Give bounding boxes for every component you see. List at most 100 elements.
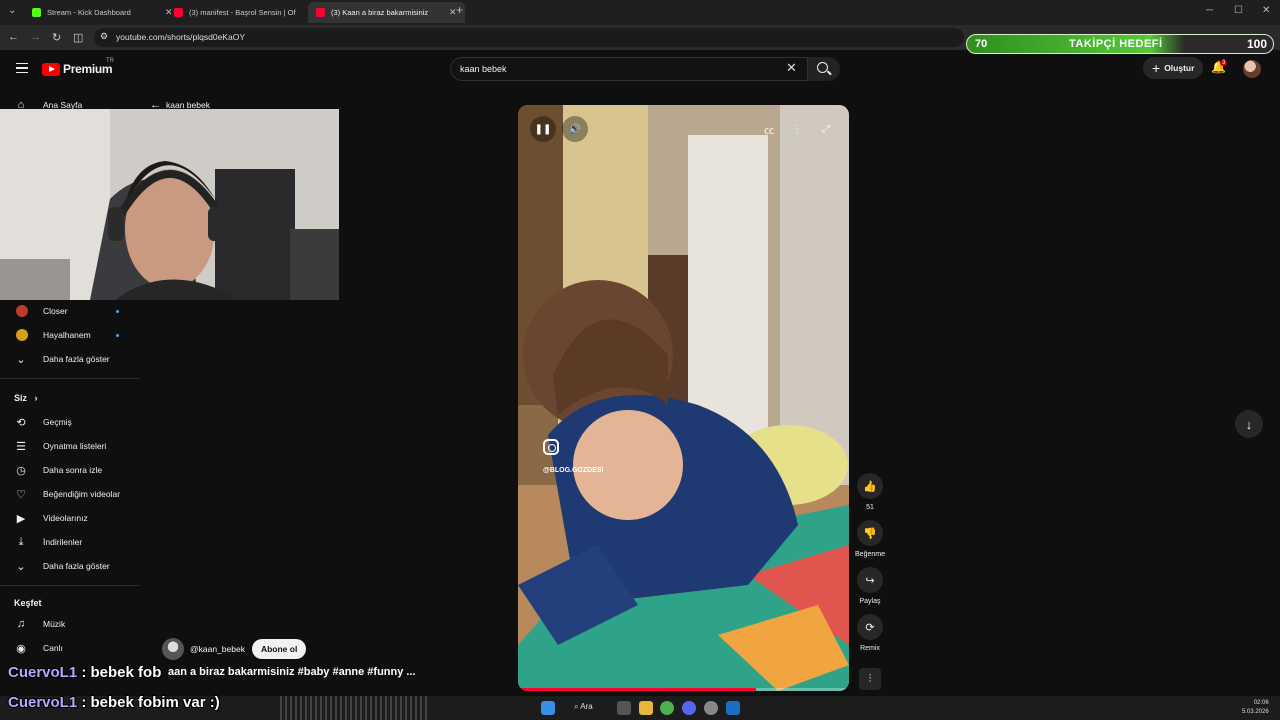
- back-icon[interactable]: ←: [8, 31, 19, 43]
- new-content-dot: [116, 333, 119, 337]
- sidebar-item-live[interactable]: ◉ Canlı: [0, 638, 140, 658]
- shorts-video-player[interactable]: ❚❚ 🔊 ㏄ ⋮ ⤢ @BLOG.GOZDESI: [518, 105, 849, 691]
- channel-name[interactable]: @kaan_bebek: [190, 644, 245, 654]
- sidebar-item-music[interactable]: ♫ Müzik: [0, 614, 140, 634]
- follower-goal-bar: 70 TAKİPÇİ HEDEFİ 100: [966, 34, 1274, 54]
- app-icon[interactable]: [704, 701, 718, 715]
- divider: [0, 378, 140, 379]
- file-explorer-icon[interactable]: [639, 701, 653, 715]
- tab-kaan-short[interactable]: (3) Kaan a biraz bakarmisiniz ✕: [308, 2, 465, 23]
- system-clock[interactable]: 02:06 5.03.2026: [1242, 699, 1269, 717]
- new-content-dot: [116, 309, 119, 313]
- maximize-icon[interactable]: ☐: [1234, 5, 1243, 16]
- instagram-icon: [543, 439, 559, 455]
- sidebar-item-history[interactable]: ⟲ Geçmiş: [0, 412, 140, 432]
- arrow-down-icon: ↓: [1245, 416, 1253, 432]
- chat-text: : bebek fob: [77, 664, 162, 681]
- next-short-button[interactable]: ↓: [1235, 410, 1263, 438]
- video-progress-bar[interactable]: [518, 688, 849, 691]
- remix-action[interactable]: ⟳ Remix: [855, 614, 885, 652]
- chevron-down-icon: ⌄: [16, 353, 26, 366]
- site-info-icon[interactable]: ⚙: [100, 31, 108, 42]
- clock-icon: ◷: [16, 464, 26, 477]
- video-progress-fill: [518, 688, 757, 691]
- chat-username: CuervoL1: [8, 694, 78, 711]
- like-action[interactable]: 👍 51: [855, 473, 885, 511]
- taskbar-thumbnail: [280, 696, 430, 720]
- windows-start-icon[interactable]: [541, 701, 555, 715]
- url-field[interactable]: ⚙ youtube.com/shorts/plqsd0eKaOY: [94, 28, 964, 47]
- create-button[interactable]: + Oluştur: [1143, 57, 1204, 79]
- sidebar-item-liked-videos[interactable]: ♡ Beğendiğim videolar: [0, 484, 140, 504]
- sidebar-item-your-videos[interactable]: ▶ Videolarınız: [0, 508, 140, 528]
- remix-icon[interactable]: ⟳: [857, 614, 883, 640]
- sidebar-show-more-you[interactable]: ⌄ Daha fazla göster: [0, 556, 140, 576]
- minimize-icon[interactable]: ─: [1206, 5, 1213, 16]
- divider: [0, 585, 140, 586]
- share-icon[interactable]: ↪: [857, 567, 883, 593]
- video-icon: ▶: [16, 512, 26, 525]
- sidebar-item-closer[interactable]: Closer: [0, 301, 140, 321]
- share-action[interactable]: ↪ Paylaş: [855, 567, 885, 605]
- thumb-up-icon[interactable]: 👍: [857, 473, 883, 499]
- chevron-down-icon: ⌄: [16, 560, 26, 573]
- tab-manifest[interactable]: (3) manifest - Başrol Sensin | Of ✕: [166, 2, 323, 23]
- chevron-right-icon: ›: [34, 393, 38, 403]
- clear-search-icon[interactable]: ✕: [786, 60, 797, 76]
- forward-icon[interactable]: →: [30, 31, 41, 43]
- subscribe-button[interactable]: Abone ol: [251, 639, 307, 659]
- plus-icon: +: [1152, 60, 1161, 76]
- youtube-favicon-icon: [174, 8, 183, 17]
- sidebar-show-more-subscriptions[interactable]: ⌄ Daha fazla göster: [0, 349, 140, 369]
- youtube-premium-logo[interactable]: Premium TR: [42, 58, 114, 76]
- tab-search-icon[interactable]: ⌄: [8, 5, 16, 16]
- sidebar-toggle-icon[interactable]: ◫: [73, 31, 83, 44]
- youtube-favicon-icon: [316, 8, 325, 17]
- hamburger-menu-icon[interactable]: [16, 63, 28, 73]
- download-icon: ⤓: [18, 535, 24, 548]
- steam-icon[interactable]: [726, 701, 740, 715]
- window-close-icon[interactable]: ✕: [1262, 5, 1270, 16]
- channel-row: @kaan_bebek Abone ol: [162, 638, 307, 660]
- sound-action[interactable]: ⫶: [855, 668, 885, 695]
- video-title[interactable]: aan a biraz bakarmisiniz #baby #anne #fu…: [168, 666, 416, 678]
- reload-icon[interactable]: ↻: [52, 31, 61, 44]
- playlist-icon: ☰: [16, 440, 26, 453]
- music-icon: ♫: [16, 618, 26, 630]
- account-avatar[interactable]: [1243, 60, 1261, 78]
- channel-avatar[interactable]: [162, 638, 184, 660]
- search-icon: [817, 62, 828, 73]
- browser-tab-strip: ⌄ Stream - Kick Dashboard ✕ (3) manifest…: [0, 0, 1280, 25]
- video-frame: [518, 105, 849, 691]
- more-options-icon[interactable]: ⋮: [784, 116, 810, 142]
- live-icon: ◉: [16, 642, 26, 655]
- channel-avatar: [16, 329, 28, 341]
- sidebar-item-hayalhanem[interactable]: Hayalhanem: [0, 325, 140, 345]
- sidebar-item-downloads[interactable]: ⤓ İndirilenler: [0, 532, 140, 552]
- dislike-action[interactable]: 👎 Beğenme: [855, 520, 885, 558]
- search-button[interactable]: [808, 57, 840, 81]
- youtube-logo-icon: [42, 62, 60, 76]
- sidebar-item-watch-later[interactable]: ◷ Daha sonra izle: [0, 460, 140, 480]
- search-input[interactable]: kaan bebek: [450, 57, 808, 81]
- captions-button[interactable]: ㏄: [756, 116, 782, 142]
- taskbar-search[interactable]: ⌕ Ara: [574, 702, 593, 712]
- volume-button[interactable]: 🔊: [562, 116, 588, 142]
- kick-favicon-icon: [32, 8, 41, 17]
- streamer-webcam: [0, 109, 339, 300]
- explore-section-heading: Keşfet: [14, 598, 42, 608]
- chat-username: CuervoL1: [8, 664, 78, 681]
- new-tab-icon[interactable]: +: [456, 3, 463, 17]
- sidebar-item-playlists[interactable]: ☰ Oynatma listeleri: [0, 436, 140, 456]
- chat-message: CuervoL1 : bebek fobim var :): [8, 694, 220, 711]
- you-section-heading[interactable]: Siz ›: [14, 393, 38, 403]
- thumb-down-icon[interactable]: 👎: [857, 520, 883, 546]
- tab-kick-dashboard[interactable]: Stream - Kick Dashboard ✕: [24, 2, 181, 23]
- fullscreen-icon[interactable]: ⤢: [813, 116, 839, 142]
- chrome-icon[interactable]: [660, 701, 674, 715]
- chat-text: : bebek fobim var :): [77, 694, 220, 711]
- discord-icon[interactable]: [682, 701, 696, 715]
- task-view-icon[interactable]: [617, 701, 631, 715]
- audio-icon[interactable]: ⫶: [859, 668, 881, 690]
- pause-button[interactable]: ❚❚: [530, 116, 556, 142]
